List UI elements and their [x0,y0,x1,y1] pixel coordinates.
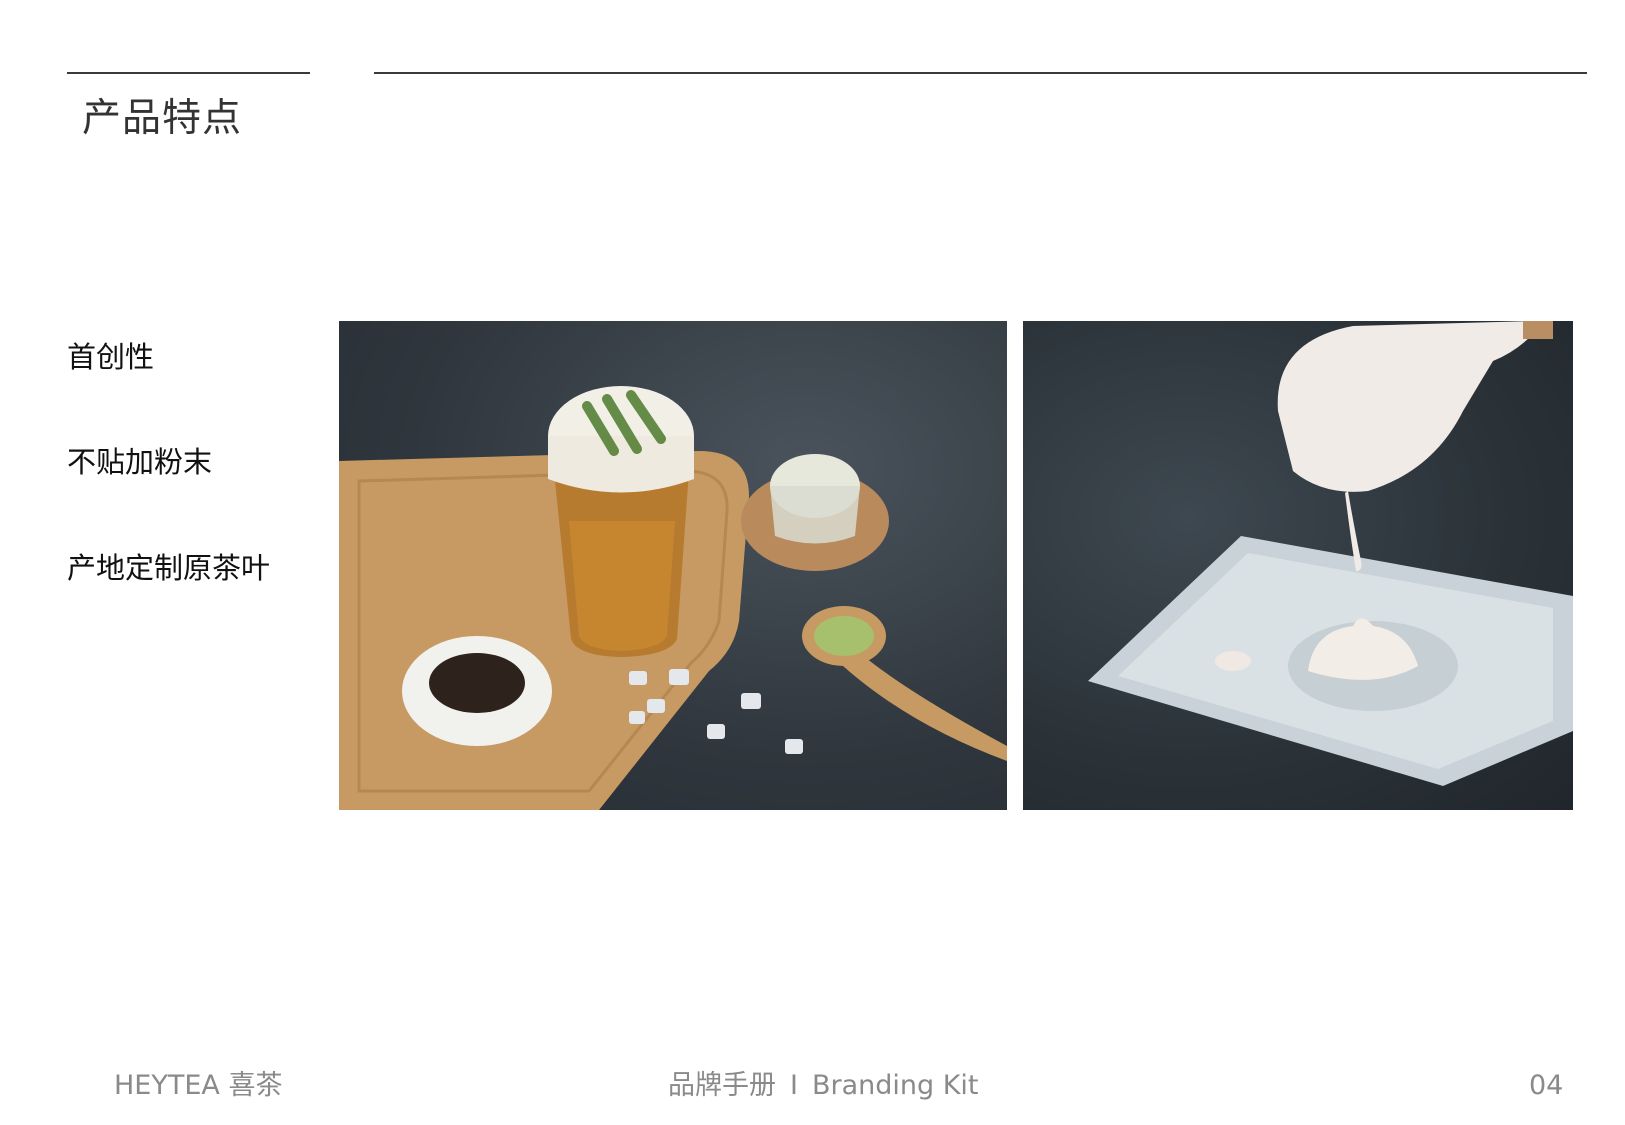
tea-leaves [429,653,525,713]
serving-spoon [1277,321,1538,492]
feature-item: 不贴加粉末 [67,445,213,479]
product-photo-tea [339,321,1007,810]
cream-scene-illustration [1088,321,1573,786]
tea-scene-illustration [339,386,1007,810]
feature-item: 产地定制原茶叶 [67,551,271,585]
header-rule-right [374,72,1587,74]
ice-cube [629,711,645,724]
slide-title: 产品特点 [82,96,243,141]
feature-item: 首创性 [67,340,155,374]
ice-cube [741,693,761,709]
footer-manual-label: 品牌手册 [668,1070,776,1101]
cream-drop [1215,651,1251,671]
ice-cube [707,724,725,739]
footer-brand: HEYTEA 喜茶 [114,1070,283,1101]
header-rule-left [67,72,310,74]
footer-title: 品牌手册 I Branding Kit [668,1070,979,1102]
ice-cube [669,669,689,685]
wooden-tray [339,451,749,810]
ice-cube [647,699,665,713]
product-photo-cream [1023,321,1573,810]
ice-cube [629,671,647,685]
footer-separator: I [790,1070,798,1101]
ice-cube [785,739,803,754]
matcha-powder [814,616,874,656]
page-number: 04 [1529,1070,1564,1101]
footer-kit-label: Branding Kit [811,1070,979,1101]
